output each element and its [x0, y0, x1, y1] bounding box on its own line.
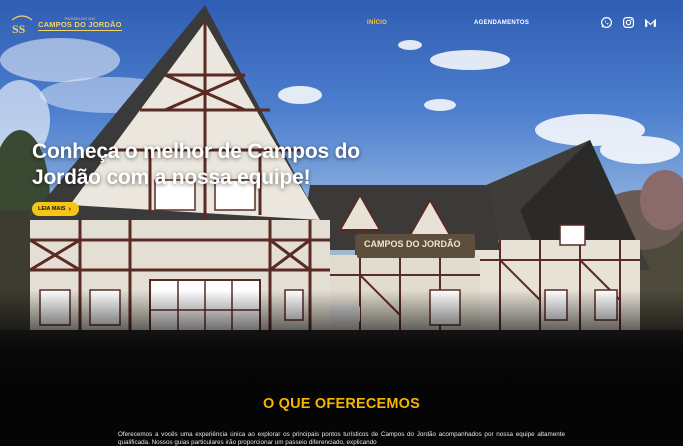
- read-more-button[interactable]: LEIA MAIS ›: [32, 202, 79, 216]
- hero-title: Conheça o melhor de Campos do Jordão com…: [32, 140, 360, 189]
- building-sign-text: CAMPOS DO JORDÃO: [364, 239, 461, 249]
- mail-icon[interactable]: [644, 16, 657, 29]
- logo-underline: [38, 30, 122, 32]
- svg-text:SS: SS: [12, 22, 26, 35]
- logo-mark-icon: SS: [10, 13, 34, 36]
- read-more-label: LEIA MAIS: [38, 206, 66, 212]
- nav-link-agendamentos[interactable]: AGENDAMENTOS: [474, 20, 529, 26]
- hero-fade: [0, 290, 683, 380]
- logo-title: CAMPOS DO JORDÃO: [38, 19, 122, 29]
- section-description: Oferecemos a vocês uma experiência única…: [118, 431, 565, 446]
- nav-link-inicio[interactable]: INÍCIO: [367, 20, 387, 26]
- chevron-right-icon: ›: [68, 205, 71, 213]
- section-title: O QUE OFERECEMOS: [262, 396, 421, 412]
- site-header: SS PASSEIOS EM CAMPOS DO JORDÃO INÍCIO A…: [0, 0, 683, 46]
- whatsapp-icon[interactable]: [600, 16, 613, 29]
- logo-text: PASSEIOS EM CAMPOS DO JORDÃO: [38, 16, 122, 32]
- site-logo[interactable]: SS PASSEIOS EM CAMPOS DO JORDÃO: [10, 13, 122, 36]
- instagram-icon[interactable]: [622, 16, 635, 29]
- page: CAMPOS DO JORDÃO SS PASSEIOS EM CAMPOS D…: [0, 0, 683, 446]
